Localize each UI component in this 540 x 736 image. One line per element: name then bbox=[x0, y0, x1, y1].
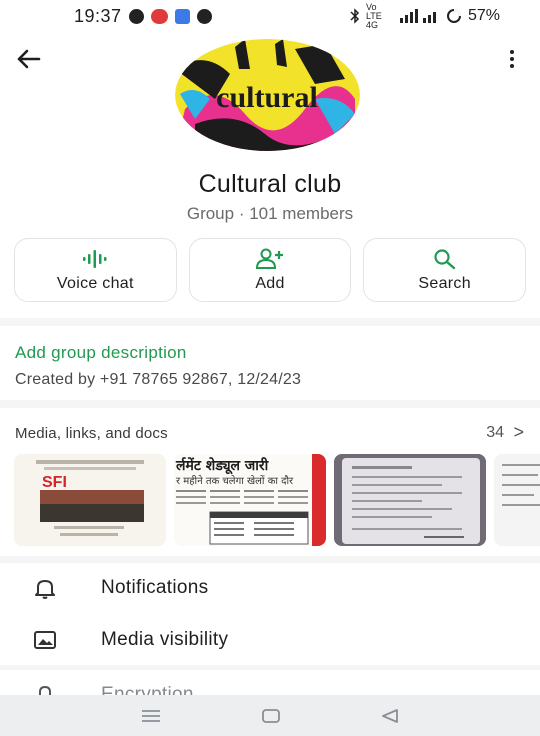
more-options-button[interactable] bbox=[506, 44, 518, 74]
status-bar: 19:37 Vo LTE 4G 57% bbox=[0, 0, 540, 32]
media-thumbnail[interactable]: र्लमेंट शेड्यूल जारी र महीने तक चलेगा खे… bbox=[174, 454, 326, 546]
created-by-text: Created by +91 78765 92867, 12/24/23 bbox=[15, 371, 302, 388]
youtube-icon bbox=[128, 8, 144, 24]
thumb-headline: र्लमेंट शेड्यूल जारी bbox=[175, 457, 270, 475]
add-description-link[interactable]: Add group description bbox=[15, 343, 187, 363]
group-avatar[interactable]: cultural bbox=[175, 39, 360, 151]
voice-chat-button[interactable]: Voice chat bbox=[14, 238, 177, 302]
media-visibility-label: Media visibility bbox=[101, 629, 229, 650]
add-label: Add bbox=[255, 275, 285, 292]
voice-wave-icon bbox=[83, 250, 107, 268]
app-icon bbox=[174, 8, 190, 24]
add-member-button[interactable]: Add bbox=[188, 238, 352, 302]
media-section: Media, links, and docs 34 > SFI र्लमेंट … bbox=[0, 408, 540, 556]
search-icon bbox=[434, 249, 455, 270]
avatar-text: cultural bbox=[216, 81, 318, 114]
network-label: Vo LTE 4G bbox=[365, 1, 382, 30]
group-title: Cultural club bbox=[198, 170, 342, 198]
back-button[interactable] bbox=[14, 44, 44, 74]
search-label: Search bbox=[418, 275, 471, 292]
search-button[interactable]: Search bbox=[363, 238, 527, 302]
shield-icon bbox=[196, 8, 212, 24]
chevron-right-icon[interactable]: > bbox=[513, 422, 524, 443]
media-title[interactable]: Media, links, and docs bbox=[15, 425, 168, 442]
notifications-row[interactable]: Notifications bbox=[0, 563, 540, 613]
status-right: Vo LTE 4G 57% bbox=[350, 1, 500, 30]
recent-apps-icon[interactable] bbox=[140, 708, 162, 724]
arrow-left-icon bbox=[17, 49, 41, 69]
thumb-text-sfi: SFI bbox=[42, 474, 67, 491]
description-card: Add group description Created by +91 787… bbox=[0, 326, 540, 400]
thumb-subheadline: र महीने तक चलेगा खेलों का दौर bbox=[176, 475, 294, 487]
bluetooth-icon bbox=[350, 8, 360, 24]
add-person-icon bbox=[255, 248, 283, 269]
settings-list: Notifications Media visibility bbox=[0, 563, 540, 665]
notifications-label: Notifications bbox=[101, 577, 209, 598]
media-thumbnail[interactable] bbox=[334, 454, 486, 546]
signal-icon bbox=[399, 9, 436, 23]
media-thumbnail[interactable]: SFI bbox=[14, 454, 166, 546]
image-icon bbox=[34, 631, 56, 649]
bell-icon bbox=[35, 580, 55, 599]
media-thumbnail[interactable] bbox=[494, 454, 540, 546]
media-visibility-row[interactable]: Media visibility bbox=[0, 615, 540, 665]
action-buttons: Voice chat Add Search bbox=[14, 238, 527, 302]
group-member-count: Group · 101 members bbox=[186, 204, 354, 223]
system-navigation-bar bbox=[0, 695, 540, 736]
jio-icon bbox=[150, 8, 168, 24]
more-vertical-icon bbox=[510, 50, 514, 54]
group-header: cultural Cultural club Group · 101 membe… bbox=[0, 32, 540, 318]
media-thumbnails: SFI र्लमेंट शेड्यूल जारी र महीने तक चलेग… bbox=[14, 454, 540, 546]
status-time: 19:37 bbox=[74, 5, 122, 26]
battery-icon bbox=[446, 9, 461, 23]
home-icon[interactable] bbox=[261, 708, 281, 724]
voice-chat-label: Voice chat bbox=[56, 275, 134, 292]
media-count[interactable]: 34 bbox=[486, 424, 504, 442]
battery-percent: 57% bbox=[467, 7, 500, 24]
status-left: 19:37 bbox=[74, 6, 212, 27]
back-nav-icon[interactable] bbox=[380, 708, 400, 724]
